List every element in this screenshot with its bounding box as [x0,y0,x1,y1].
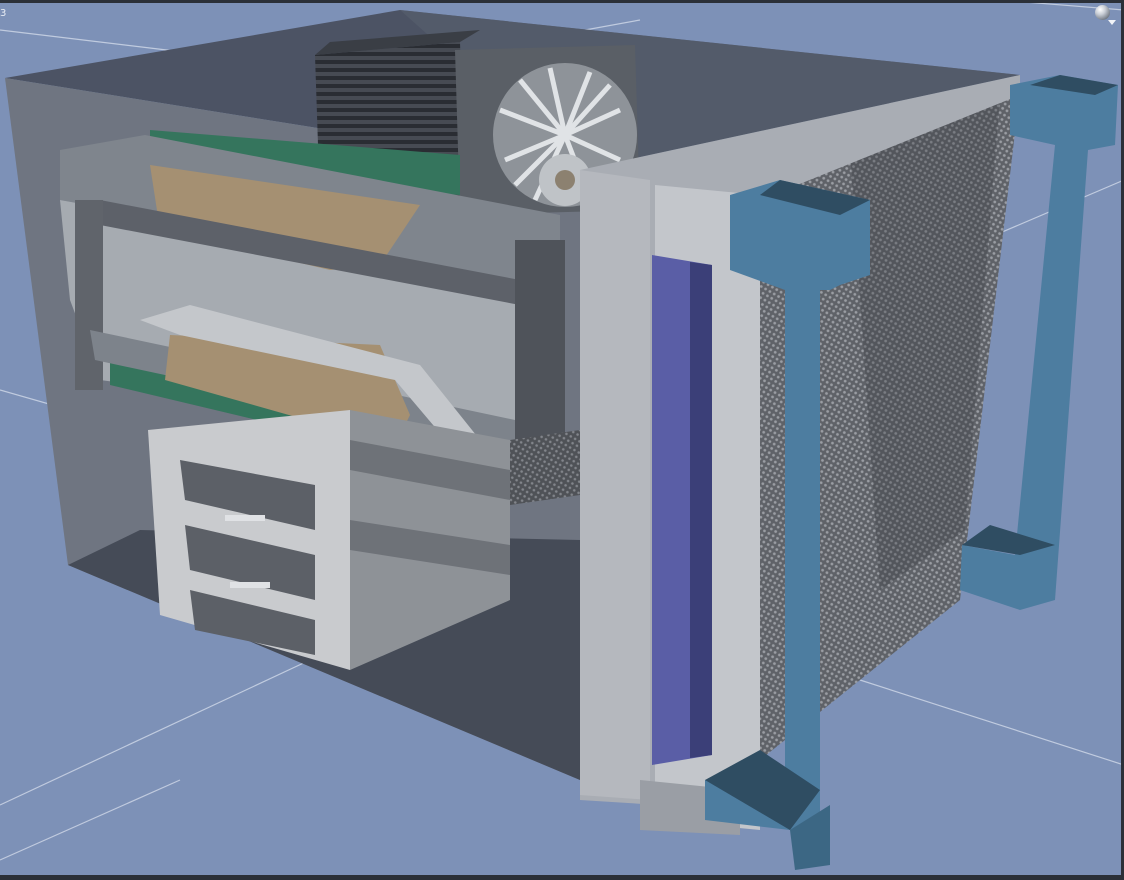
scene-canvas[interactable] [0,0,1124,880]
viewport-frame-top [0,0,1124,3]
chevron-down-icon [1108,20,1116,25]
shaded-sphere-icon [1095,5,1110,20]
viewport-label: 3 [0,8,7,19]
motherboard-area [510,430,580,505]
viewport-frame-bottom [0,875,1124,880]
shading-mode-button[interactable] [1094,5,1116,25]
3d-viewport[interactable]: 3 [0,0,1124,880]
